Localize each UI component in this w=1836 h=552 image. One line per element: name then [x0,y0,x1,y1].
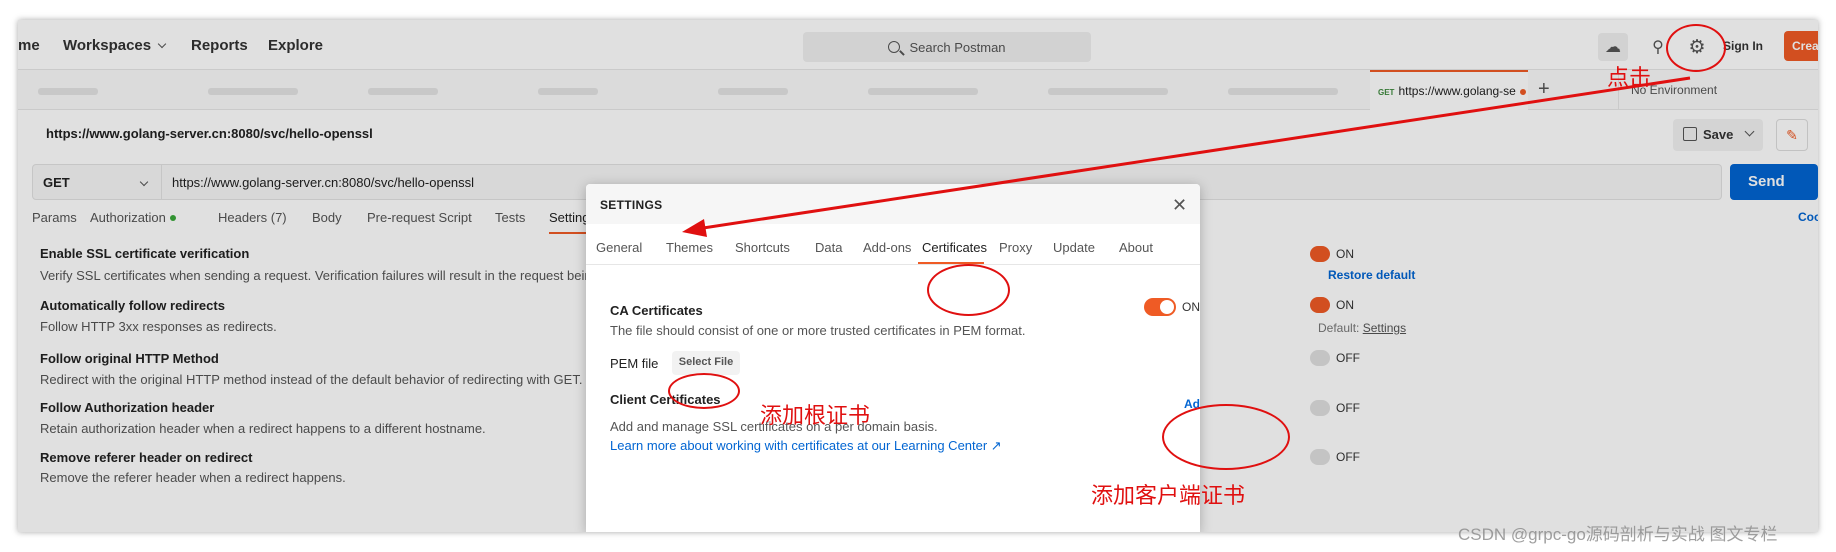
arrow-line [689,76,1691,232]
gear-highlight-ring [1666,24,1726,72]
annotation-add-root: 添加根证书 [760,404,871,429]
watermark: CSDN @grpc-go源码剖析与实战 图文专栏 [1458,525,1778,544]
annotation-add-client: 添加客户端证书 [1091,484,1246,509]
certificates-tab-ring [927,264,1010,316]
select-file-ring [668,373,740,409]
annotation-arrow [682,76,1691,237]
add-certificate-ring [1162,404,1290,470]
annotation-click: 点击 [1607,66,1652,91]
arrow-head [682,219,707,237]
